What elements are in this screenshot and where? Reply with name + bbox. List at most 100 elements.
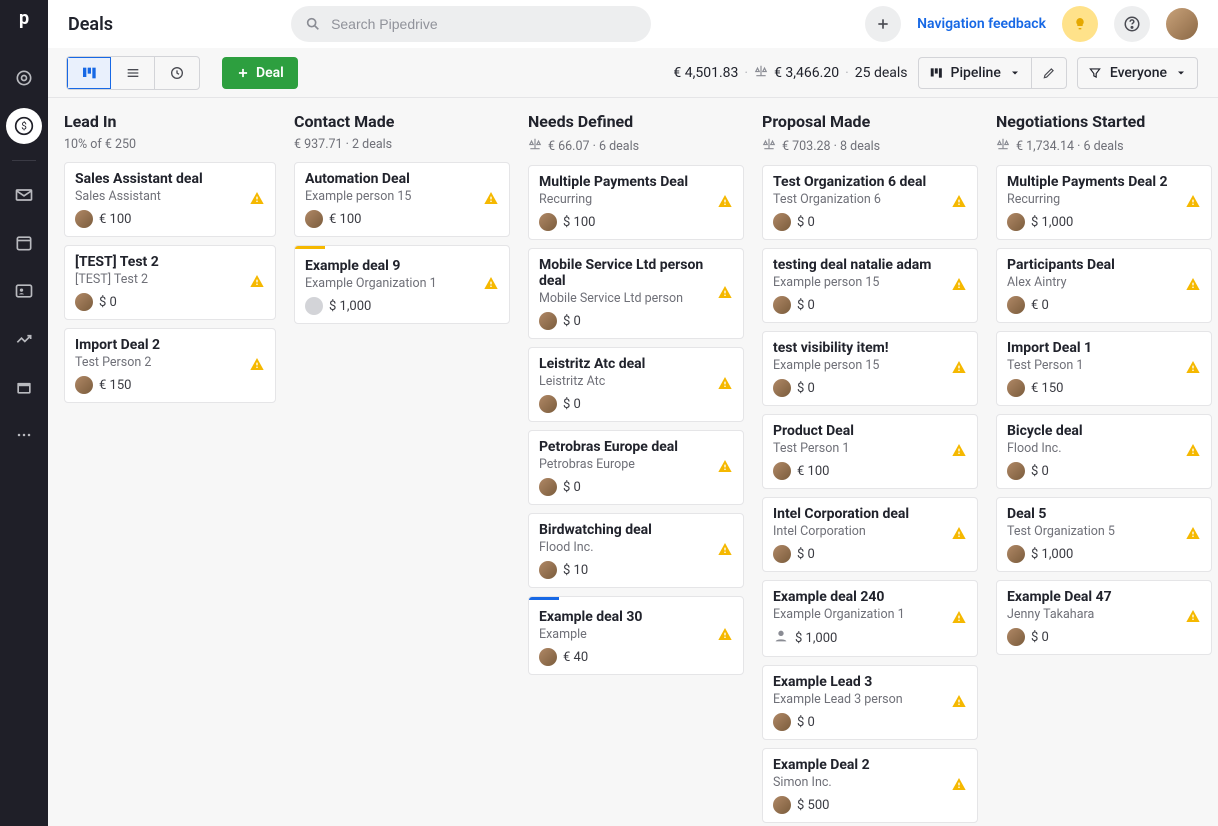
deal-card[interactable]: Import Deal 2Test Person 2€ 150 <box>64 328 276 403</box>
card-footer: $ 1,000 <box>1007 213 1201 231</box>
deal-card[interactable]: Sales Assistant dealSales Assistant€ 100 <box>64 162 276 237</box>
owner-avatar <box>539 213 557 231</box>
user-avatar[interactable] <box>1166 8 1198 40</box>
deal-card[interactable]: Petrobras Europe dealPetrobras Europe$ 0 <box>528 430 744 505</box>
card-footer: € 150 <box>1007 379 1201 397</box>
warning-icon <box>1185 525 1201 545</box>
warning-icon <box>249 190 265 210</box>
nav-products-icon[interactable] <box>6 369 42 405</box>
card-footer: € 0 <box>1007 296 1201 314</box>
card-subtitle: Example person 15 <box>773 358 967 373</box>
card-footer: $ 0 <box>539 395 733 413</box>
card-title: Mobile Service Ltd person deal <box>539 257 733 289</box>
deal-card[interactable]: Automation DealExample person 15€ 100 <box>294 162 510 237</box>
deal-card[interactable]: Multiple Payments Deal 2Recurring$ 1,000 <box>996 165 1212 240</box>
search-input[interactable] <box>291 6 651 42</box>
logo[interactable]: p <box>12 6 36 30</box>
card-footer: $ 0 <box>773 296 967 314</box>
deal-card[interactable]: Example Deal 47Jenny Takahara$ 0 <box>996 580 1212 655</box>
deal-card[interactable]: Multiple Payments DealRecurring$ 100 <box>528 165 744 240</box>
owner-avatar <box>773 796 791 814</box>
owner-avatar <box>773 379 791 397</box>
nav-calendar-icon[interactable] <box>6 225 42 261</box>
pipeline-label: Pipeline <box>951 65 1001 81</box>
scale-icon <box>762 137 776 155</box>
card-amount: $ 0 <box>563 397 581 412</box>
card-amount: $ 1,000 <box>795 631 837 646</box>
card-subtitle: Alex Aintry <box>1007 275 1201 290</box>
filter-selector[interactable]: Everyone <box>1077 57 1198 89</box>
totals-total: € 4,501.83 <box>673 65 738 81</box>
scale-icon <box>996 137 1010 155</box>
add-deal-button[interactable]: Deal <box>222 57 298 89</box>
card-title: Participants Deal <box>1007 257 1201 273</box>
nav-insights-icon[interactable] <box>6 321 42 357</box>
card-subtitle: Example Lead 3 person <box>773 692 967 707</box>
owner-avatar <box>773 545 791 563</box>
deal-card[interactable]: Import Deal 1Test Person 1€ 150 <box>996 331 1212 406</box>
warning-icon <box>717 626 733 646</box>
card-footer: $ 10 <box>539 561 733 579</box>
column-subtitle: € 1,734.14 · 6 deals <box>996 137 1212 155</box>
owner-avatar <box>1007 545 1025 563</box>
help-button[interactable] <box>1114 6 1150 42</box>
academy-button[interactable] <box>1062 6 1098 42</box>
deal-card[interactable]: Example deal 30Example€ 40 <box>528 596 744 675</box>
card-title: Example Deal 47 <box>1007 589 1201 605</box>
deal-card[interactable]: Birdwatching dealFlood Inc.$ 10 <box>528 513 744 588</box>
nav-mail-icon[interactable] <box>6 177 42 213</box>
card-amount: $ 500 <box>797 798 829 813</box>
deal-card[interactable]: Test Organization 6 dealTest Organizatio… <box>762 165 978 240</box>
card-footer: $ 1,000 <box>1007 545 1201 563</box>
warning-icon <box>951 442 967 462</box>
card-title: [TEST] Test 2 <box>75 254 265 270</box>
card-amount: € 150 <box>1031 381 1063 396</box>
deal-card[interactable]: Leistritz Atc dealLeistritz Atc$ 0 <box>528 347 744 422</box>
card-title: Example deal 9 <box>305 258 499 274</box>
view-forecast-button[interactable] <box>155 57 199 89</box>
search-icon <box>305 16 321 36</box>
owner-avatar <box>305 210 323 228</box>
pipeline-selector[interactable]: Pipeline <box>918 57 1031 89</box>
nav-leads-icon[interactable] <box>6 60 42 96</box>
deal-card[interactable]: Bicycle dealFlood Inc.$ 0 <box>996 414 1212 489</box>
column-title: Needs Defined <box>528 112 744 131</box>
card-title: Bicycle deal <box>1007 423 1201 439</box>
card-subtitle: Test Person 2 <box>75 355 265 370</box>
deal-card[interactable]: Example deal 9Example Organization 1$ 1,… <box>294 245 510 324</box>
card-subtitle: Intel Corporation <box>773 524 967 539</box>
nav-more-icon[interactable] <box>6 417 42 453</box>
view-list-button[interactable] <box>111 57 155 89</box>
deal-card[interactable]: Mobile Service Ltd person dealMobile Ser… <box>528 248 744 339</box>
deal-card[interactable]: [TEST] Test 2[TEST] Test 2$ 0 <box>64 245 276 320</box>
card-title: Example deal 240 <box>773 589 967 605</box>
deal-card[interactable]: test visibility item!Example person 15$ … <box>762 331 978 406</box>
deal-card[interactable]: Example Deal 2Simon Inc.$ 500 <box>762 748 978 823</box>
card-title: Example Lead 3 <box>773 674 967 690</box>
deal-card[interactable]: Participants Deal Alex Aintry € 0 <box>996 248 1212 323</box>
card-subtitle: Example Organization 1 <box>773 607 967 622</box>
nav-contacts-icon[interactable] <box>6 273 42 309</box>
warning-icon <box>1185 193 1201 213</box>
deal-card[interactable]: Deal 5Test Organization 5$ 1,000 <box>996 497 1212 572</box>
owner-avatar <box>1007 628 1025 646</box>
navigation-feedback-link[interactable]: Navigation feedback <box>917 16 1046 32</box>
warning-icon <box>951 276 967 296</box>
deal-card[interactable]: Example Lead 3Example Lead 3 person$ 0 <box>762 665 978 740</box>
card-subtitle: Leistritz Atc <box>539 374 733 389</box>
main-area: Deals Navigation feedback Deal € 4,501.8… <box>48 0 1218 826</box>
edit-pipeline-button[interactable] <box>1031 57 1067 89</box>
pipeline-column: Lead In10% of € 250Sales Assistant dealS… <box>48 98 282 826</box>
deal-card[interactable]: Example deal 240 Example Organization 1 $ … <box>762 580 978 657</box>
deal-card[interactable]: testing deal natalie adamExample person … <box>762 248 978 323</box>
view-kanban-button[interactable] <box>67 57 111 89</box>
deal-card[interactable]: Product DealTest Person 1€ 100 <box>762 414 978 489</box>
owner-avatar <box>773 462 791 480</box>
card-title: Test Organization 6 deal <box>773 174 967 190</box>
warning-icon <box>951 193 967 213</box>
nav-deals-icon[interactable]: $ <box>6 108 42 144</box>
card-subtitle: Example person 15 <box>773 275 967 290</box>
quick-add-button[interactable] <box>865 6 901 42</box>
owner-avatar <box>1007 379 1025 397</box>
deal-card[interactable]: Intel Corporation dealIntel Corporation$… <box>762 497 978 572</box>
